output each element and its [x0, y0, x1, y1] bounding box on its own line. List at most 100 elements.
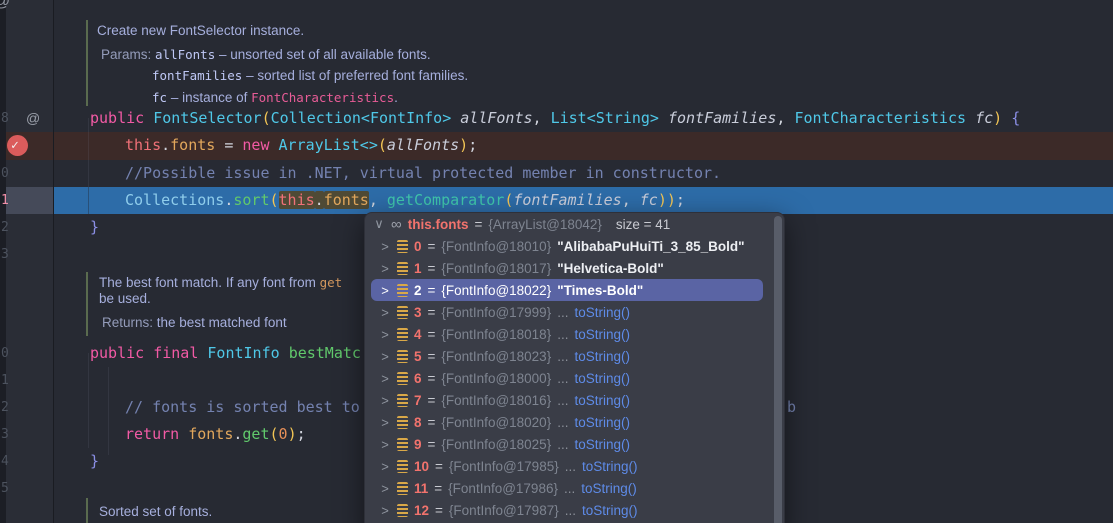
variable-row[interactable]: > 12 = {FontInfo@17987} ...toString()	[371, 499, 763, 521]
token-brace: }	[90, 452, 99, 470]
object-ref: {FontInfo@18017}	[441, 261, 551, 276]
code-line[interactable]: b	[787, 394, 796, 421]
chevron-down-icon[interactable]: ∨	[373, 216, 385, 232]
token-param: fc	[975, 109, 993, 127]
line-number: 1	[1, 367, 9, 394]
chevron-right-icon[interactable]: >	[379, 481, 391, 496]
object-ref: {FontInfo@18016}	[441, 393, 551, 408]
element-index: 9	[414, 437, 422, 452]
breakpoint-verified-check: ✓	[11, 136, 19, 155]
gutter-line[interactable]: 2	[0, 214, 54, 241]
element-index: 3	[414, 305, 422, 320]
gutter-line[interactable]: 0	[0, 160, 54, 187]
code-line[interactable]: }	[90, 448, 99, 475]
gutter-line[interactable]: 4	[0, 448, 54, 475]
element-index: 7	[414, 393, 422, 408]
chevron-right-icon[interactable]: >	[379, 239, 391, 254]
rendered-doc-toggle-icon[interactable]: @	[26, 105, 40, 132]
variable-header-row[interactable]: ∨ ∞ this.fonts = {ArrayList@18042} size …	[371, 213, 670, 235]
variable-row[interactable]: > 9 = {FontInfo@18025} ...toString()	[371, 433, 763, 455]
element-index: 2	[414, 283, 422, 298]
tostring-link[interactable]: toString()	[574, 415, 630, 430]
variable-row[interactable]: > 10 = {FontInfo@17985} ...toString()	[371, 455, 763, 477]
gutter-line[interactable]: 3	[0, 241, 54, 268]
token-pln: ,	[622, 191, 640, 209]
code-line[interactable]: }	[90, 214, 99, 241]
variable-row[interactable]: > 1 = {FontInfo@18017} "Helvetica-Bold"	[371, 257, 763, 279]
array-element-icon	[397, 482, 408, 495]
token-par: (	[270, 425, 279, 443]
token-par: (	[270, 191, 279, 209]
code-line[interactable]: return fonts.get(0);	[125, 421, 306, 448]
variable-row[interactable]: > 7 = {FontInfo@18016} ...toString()	[371, 389, 763, 411]
element-index: 8	[414, 415, 422, 430]
token-docpink: FontCharacteristics	[251, 90, 394, 105]
gutter-line[interactable]: ✓	[0, 132, 54, 159]
token-pln: ;	[468, 136, 477, 154]
chevron-right-icon[interactable]: >	[379, 261, 391, 276]
gutter-line[interactable]: 2	[0, 394, 54, 421]
token-pln: .	[161, 136, 170, 154]
chevron-right-icon[interactable]: >	[379, 349, 391, 364]
object-ref: {FontInfo@18000}	[441, 371, 551, 386]
chevron-right-icon[interactable]: >	[379, 437, 391, 452]
code-line[interactable]: //Possible issue in .NET, virtual protec…	[125, 160, 721, 187]
tostring-link[interactable]: toString()	[574, 327, 630, 342]
tostring-link[interactable]: toString()	[574, 393, 630, 408]
token-pln: ,	[369, 191, 387, 209]
token-par: )	[288, 425, 297, 443]
token-cls: FontCharacteristics	[794, 109, 975, 127]
array-element-icon	[397, 284, 408, 297]
breakpoint-icon[interactable]: ✓	[7, 135, 28, 156]
equals-sign: =	[434, 481, 442, 496]
gutter-line[interactable]: 3	[0, 421, 54, 448]
gutter-line[interactable]: 5	[0, 475, 54, 502]
token-doc: – unsorted set of all available fonts.	[215, 47, 430, 62]
tostring-link[interactable]: toString()	[574, 437, 630, 452]
variable-row[interactable]: > 5 = {FontInfo@18023} ...toString()	[371, 345, 763, 367]
gutter-line[interactable]: 0	[0, 340, 54, 367]
chevron-right-icon[interactable]: >	[379, 393, 391, 408]
variable-row[interactable]: > 4 = {FontInfo@18018} ...toString()	[371, 323, 763, 345]
variable-row[interactable]: > 2 = {FontInfo@18022} "Times-Bold"	[371, 279, 763, 301]
chevron-right-icon[interactable]: >	[379, 283, 391, 298]
variable-row[interactable]: > 6 = {FontInfo@18000} ...toString()	[371, 367, 763, 389]
element-index: 6	[414, 371, 422, 386]
line-number: 4	[1, 448, 9, 475]
gutter-line[interactable]: 1	[0, 367, 54, 394]
ellipsis: ...	[557, 305, 568, 320]
code-line[interactable]: public FontSelector(Collection<FontInfo>…	[90, 105, 1020, 132]
gutter-line[interactable]: 1	[0, 187, 54, 214]
tostring-link[interactable]: toString()	[581, 481, 637, 496]
variable-row[interactable]: > 0 = {FontInfo@18010} "AlibabaPuHuiTi_3…	[371, 235, 763, 257]
token-docorange: get	[320, 275, 343, 290]
gutter-line[interactable]: 8 @	[0, 105, 54, 132]
chevron-right-icon[interactable]: >	[379, 459, 391, 474]
tostring-link[interactable]: toString()	[582, 459, 638, 474]
chevron-right-icon[interactable]: >	[379, 415, 391, 430]
equals-sign: =	[474, 217, 482, 232]
token-par: (	[504, 191, 513, 209]
token-pln: ,	[776, 109, 794, 127]
chevron-right-icon[interactable]: >	[379, 371, 391, 386]
popup-scrollbar[interactable]	[774, 216, 782, 523]
tostring-link[interactable]: toString()	[582, 503, 638, 518]
token-cls: List<String>	[551, 109, 668, 127]
tostring-link[interactable]: toString()	[574, 305, 630, 320]
element-index: 0	[414, 239, 422, 254]
chevron-right-icon[interactable]: >	[379, 305, 391, 320]
tostring-link[interactable]: toString()	[574, 371, 630, 386]
ellipsis: ...	[557, 437, 568, 452]
chevron-right-icon[interactable]: >	[379, 327, 391, 342]
variable-row[interactable]: > 11 = {FontInfo@17986} ...toString()	[371, 477, 763, 499]
code-line[interactable]: Collections.sort(this.fonts, getComparat…	[125, 187, 685, 214]
code-line[interactable]: // fonts is sorted best to	[125, 394, 360, 421]
token-doc: Create new FontSelector instance.	[97, 23, 304, 38]
chevron-right-icon[interactable]: >	[379, 503, 391, 518]
tostring-link[interactable]: toString()	[574, 349, 630, 364]
code-line[interactable]: this.fonts = new ArrayList<>(allFonts);	[125, 132, 477, 159]
token-doc: .	[394, 90, 398, 105]
variable-row[interactable]: > 3 = {FontInfo@17999} ...toString()	[371, 301, 763, 323]
code-line[interactable]: public final FontInfo bestMatc	[90, 340, 361, 367]
variable-row[interactable]: > 8 = {FontInfo@18020} ...toString()	[371, 411, 763, 433]
